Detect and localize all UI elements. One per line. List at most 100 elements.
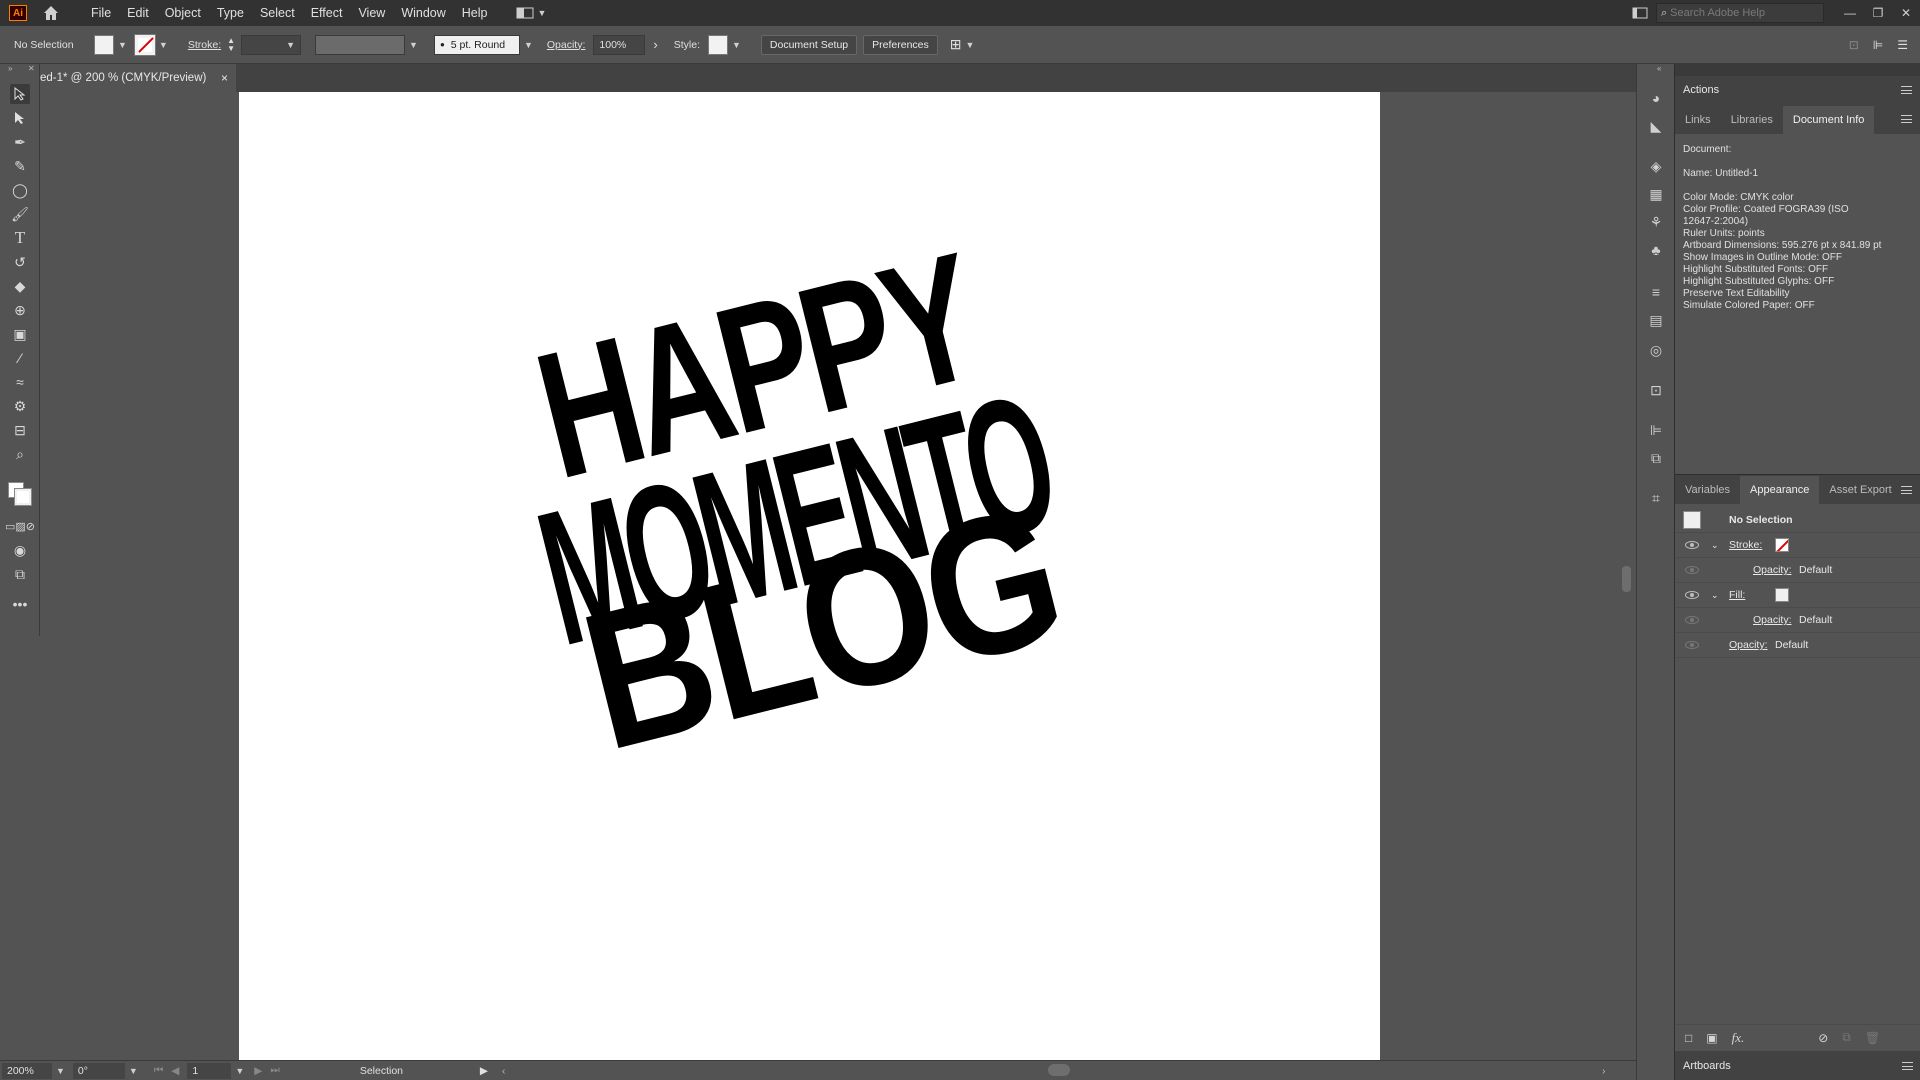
menu-file[interactable]: File: [83, 0, 119, 26]
align-icon[interactable]: ⊫: [1873, 38, 1883, 52]
panel-drag-bar[interactable]: [1675, 64, 1920, 76]
fill-swatch[interactable]: [94, 34, 114, 55]
eyedropper-tool-icon[interactable]: ⁄: [10, 348, 30, 368]
stroke-swatch[interactable]: [133, 33, 156, 56]
add-fill-icon[interactable]: ▣: [1706, 1031, 1717, 1045]
preferences-button[interactable]: Preferences: [863, 34, 938, 55]
arrange-icon[interactable]: ⊞: [950, 36, 962, 53]
expand-panels-icon[interactable]: «: [1657, 64, 1661, 73]
panel-menu-icon[interactable]: [1901, 86, 1912, 94]
stroke-swatch-control[interactable]: ▼: [133, 33, 168, 56]
pen-tool-icon[interactable]: ✒: [10, 132, 30, 152]
last-artboard-icon[interactable]: ⏭: [270, 1064, 279, 1077]
menu-object[interactable]: Object: [157, 0, 209, 26]
scroll-thumb[interactable]: [1622, 566, 1631, 592]
style-swatch[interactable]: [708, 34, 728, 55]
tab-libraries[interactable]: Libraries: [1721, 106, 1783, 134]
vertical-scrollbar[interactable]: [1617, 92, 1636, 1060]
swatches-icon[interactable]: ▦: [1646, 184, 1666, 204]
opacity-label[interactable]: Opacity:: [1729, 639, 1768, 651]
fill-swatch-control[interactable]: ▼: [94, 34, 127, 55]
fill-stroke-swatches[interactable]: [8, 482, 32, 506]
panel-menu-icon[interactable]: ☰: [1897, 38, 1908, 52]
menu-type[interactable]: Type: [209, 0, 252, 26]
restore-icon[interactable]: ❐: [1864, 6, 1892, 20]
eraser-tool-icon[interactable]: ◆: [10, 276, 30, 296]
add-stroke-icon[interactable]: □: [1685, 1031, 1692, 1045]
appearance-fill-row[interactable]: ⌄ Fill:: [1675, 583, 1920, 608]
fill-row-label[interactable]: Fill:: [1729, 589, 1745, 601]
actions-panel-header[interactable]: Actions: [1675, 76, 1920, 104]
chevron-down-icon[interactable]: ▼: [129, 1066, 138, 1076]
panel-menu-icon[interactable]: [1901, 485, 1912, 494]
pathfinder-icon[interactable]: ⧉: [1646, 448, 1666, 468]
search-field[interactable]: ⌕ Search Adobe Help: [1656, 3, 1824, 23]
layers-icon[interactable]: ◈: [1646, 156, 1666, 176]
first-artboard-icon[interactable]: ⏮: [154, 1064, 163, 1077]
artboard-tool-icon[interactable]: ⊟: [10, 420, 30, 440]
status-menu-icon[interactable]: ▶: [480, 1065, 488, 1077]
shape-builder-tool-icon[interactable]: ⊕: [10, 300, 30, 320]
menu-effect[interactable]: Effect: [303, 0, 351, 26]
close-tab-icon[interactable]: ×: [221, 71, 228, 85]
visibility-eye-icon[interactable]: [1685, 566, 1699, 574]
color-icon[interactable]: ◕: [1646, 88, 1666, 108]
stroke-row-label[interactable]: Stroke:: [1729, 539, 1762, 551]
chevron-down-icon[interactable]: ▼: [56, 1066, 65, 1076]
brush-definition[interactable]: ● 5 pt. Round: [433, 34, 520, 55]
width-tool-icon[interactable]: ≈: [10, 372, 30, 392]
visibility-eye-icon[interactable]: [1685, 591, 1699, 599]
home-icon[interactable]: [42, 4, 60, 22]
visibility-eye-icon[interactable]: [1685, 616, 1699, 624]
document-setup-button[interactable]: Document Setup: [760, 34, 858, 55]
appearance-fill-opacity-row[interactable]: Opacity: Default: [1675, 608, 1920, 633]
more-tools-icon[interactable]: •••: [10, 594, 30, 614]
minimize-icon[interactable]: —: [1836, 6, 1864, 20]
fx-icon[interactable]: fx.: [1732, 1030, 1745, 1046]
document-tab[interactable]: ed-1* @ 200 % (CMYK/Preview) ×: [40, 64, 236, 92]
rotate-tool-icon[interactable]: ↺: [10, 252, 30, 272]
direct-selection-tool-icon[interactable]: [10, 108, 30, 128]
stroke-color-icon[interactable]: [14, 488, 32, 506]
opacity-label[interactable]: Opacity:: [1753, 614, 1792, 626]
close-panel-icon[interactable]: ✕: [28, 64, 35, 73]
menu-edit[interactable]: Edit: [119, 0, 157, 26]
curvature-tool-icon[interactable]: ✎: [10, 156, 30, 176]
variable-width-profile[interactable]: [315, 34, 406, 55]
menu-select[interactable]: Select: [252, 0, 303, 26]
artboard-number-field[interactable]: 1: [187, 1062, 232, 1079]
draw-mode-icon[interactable]: ◉: [10, 540, 30, 560]
fill-swatch[interactable]: [1775, 588, 1789, 602]
artboard[interactable]: HAPPY MOMENTO BLOG: [239, 92, 1380, 1060]
prev-artboard-icon[interactable]: ◀: [171, 1065, 179, 1077]
color-mode-icons[interactable]: ▭▨⊘: [5, 516, 35, 536]
gradient-icon[interactable]: ▤: [1646, 310, 1666, 330]
chevron-down-icon[interactable]: ▼: [235, 1066, 244, 1076]
zoom-tool-icon[interactable]: ⌕: [10, 444, 30, 464]
opacity-label[interactable]: Opacity:: [547, 39, 586, 51]
horizontal-scroll-thumb[interactable]: [1048, 1064, 1070, 1076]
visibility-eye-icon[interactable]: [1685, 541, 1699, 549]
stroke-weight-field[interactable]: ▼: [241, 34, 302, 55]
paintbrush-tool-icon[interactable]: 🖌: [10, 204, 30, 224]
zoom-field[interactable]: 200%: [2, 1062, 52, 1079]
screen-mode-icon[interactable]: ⧉: [10, 564, 30, 584]
stroke-icon[interactable]: ≡: [1646, 282, 1666, 302]
scroll-left-icon[interactable]: ‹: [502, 1065, 506, 1077]
clear-appearance-icon[interactable]: ⊘: [1818, 1031, 1828, 1045]
opacity-field[interactable]: 100%: [593, 34, 646, 55]
visibility-eye-icon[interactable]: [1685, 641, 1699, 649]
tab-asset-export[interactable]: Asset Export: [1819, 476, 1901, 504]
appearance-stroke-opacity-row[interactable]: Opacity: Default: [1675, 558, 1920, 583]
stroke-stepper[interactable]: ▲ ▼: [227, 36, 235, 53]
chevron-down-icon[interactable]: ⌄: [1711, 540, 1719, 551]
next-artboard-icon[interactable]: ▶: [254, 1065, 262, 1077]
transform-panel-icon[interactable]: ⊡: [1646, 380, 1666, 400]
artboards-panel-header[interactable]: Artboards: [1675, 1051, 1920, 1080]
arrange-documents-icon[interactable]: [1632, 6, 1648, 20]
menu-help[interactable]: Help: [454, 0, 496, 26]
transparency-icon[interactable]: ◎: [1646, 340, 1666, 360]
tab-links[interactable]: Links: [1675, 106, 1721, 134]
color-guide-icon[interactable]: ◣: [1646, 116, 1666, 136]
artboards-panel-icon[interactable]: ⌗: [1646, 488, 1666, 508]
